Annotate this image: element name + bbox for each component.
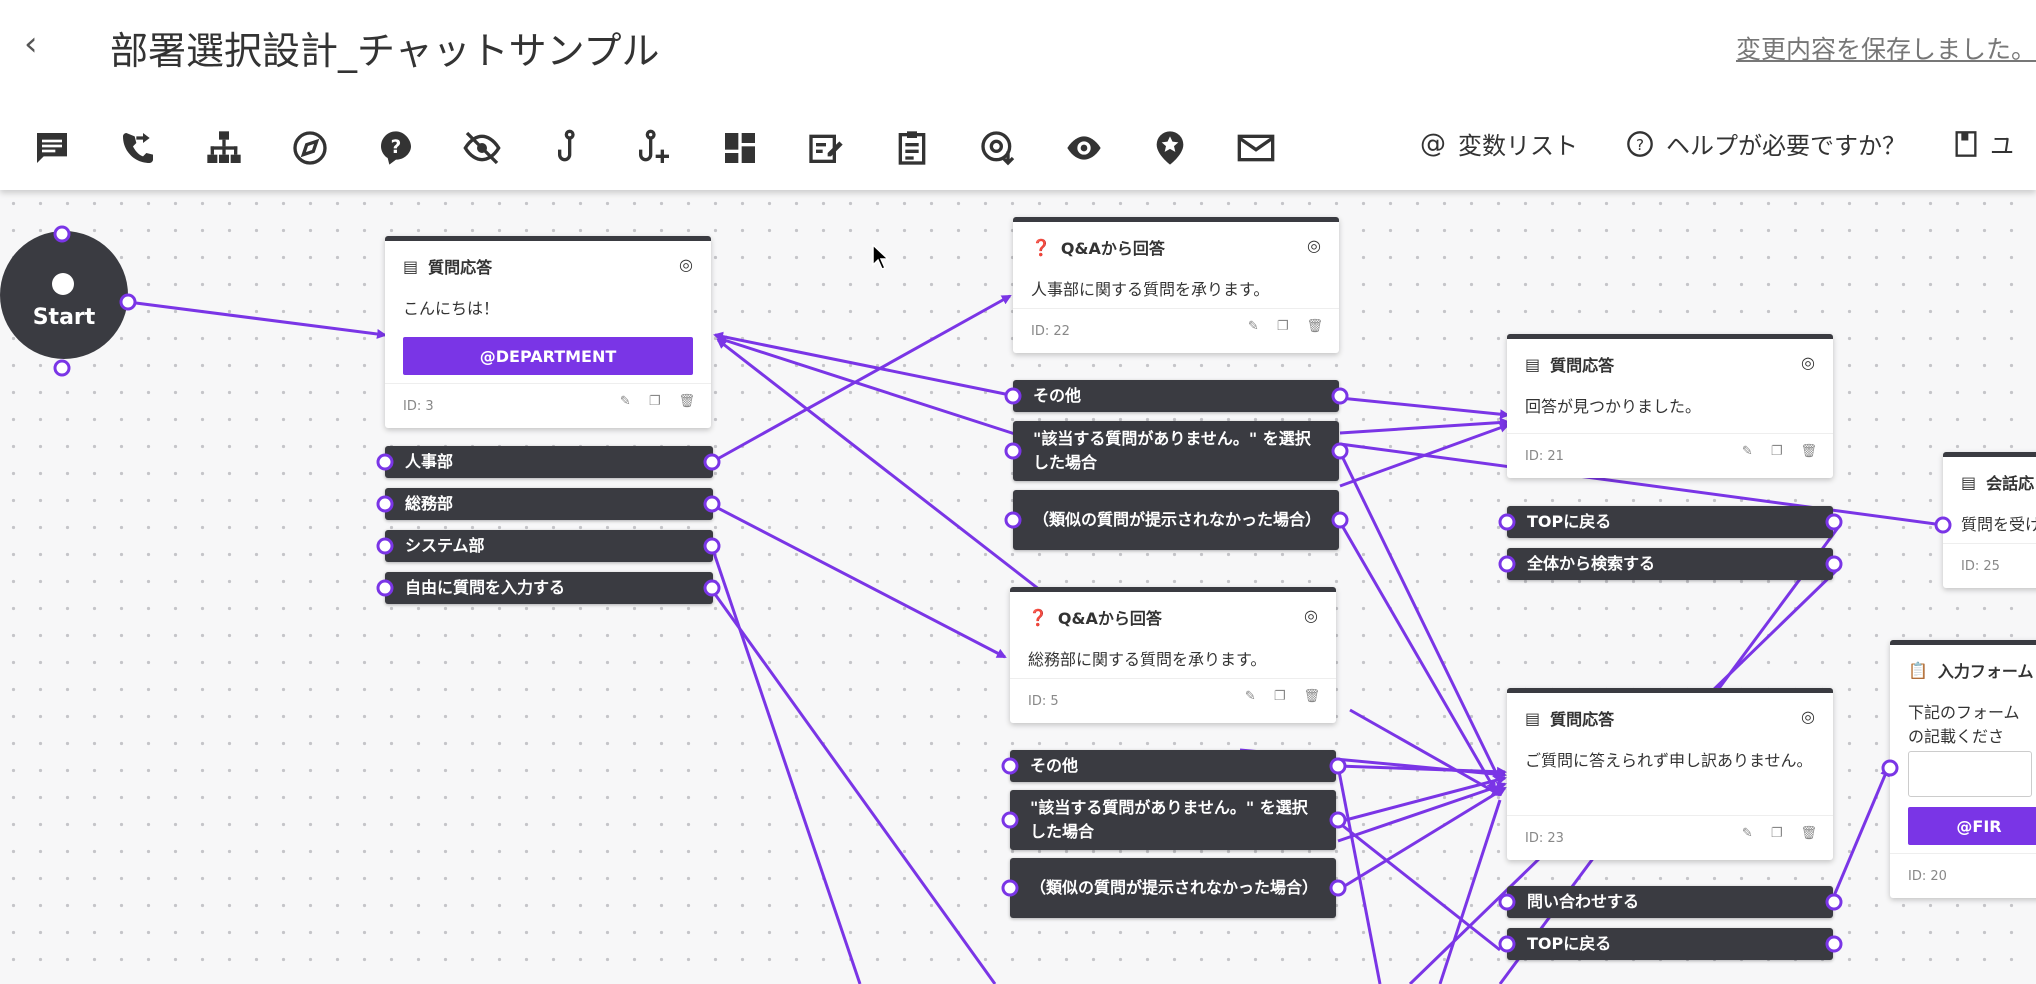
form-button[interactable]: @FIR (1908, 807, 2036, 845)
copy-icon[interactable]: ❐ (1274, 689, 1286, 704)
department-button[interactable]: @DEPARTMENT (403, 337, 693, 375)
option-somu[interactable]: 総務部 (385, 488, 713, 520)
hook-icon[interactable] (546, 126, 590, 170)
start-node[interactable]: Start (0, 231, 128, 359)
form-input[interactable] (1908, 751, 2032, 797)
faq-node-22[interactable]: ❓ Q&Aから回答 ◎ 人事部に関する質問を承ります。 ID: 22 ✎ ❐ 🗑 (1013, 217, 1339, 353)
node-toolbar: ? (30, 118, 1278, 178)
eye-icon[interactable]: ◎ (679, 255, 693, 274)
message-icon: ▤ (1961, 472, 1977, 492)
qa-node-23[interactable]: ▤ 質問応答 ◎ ご質問に答えられず申し訳ありません。 ID: 23 ✎ ❐ 🗑 (1507, 688, 1833, 860)
hierarchy-icon[interactable] (202, 126, 246, 170)
svg-text:?: ? (391, 137, 402, 158)
copy-icon[interactable]: ❐ (1277, 319, 1289, 334)
at-icon: @ (1420, 128, 1446, 159)
mail-icon[interactable] (1234, 126, 1278, 170)
node-message: 回答が見つかりました。 (1525, 397, 1702, 416)
call-forward-icon[interactable] (116, 126, 160, 170)
eye-icon[interactable]: ◎ (1801, 707, 1815, 726)
user-link[interactable]: ユ (1954, 126, 2014, 161)
clipboard-icon[interactable] (890, 126, 934, 170)
help-icon: ❓ (1031, 237, 1051, 257)
faq-node-5[interactable]: ❓ Q&Aから回答 ◎ 総務部に関する質問を承ります。 ID: 5 ✎ ❐ 🗑 (1010, 587, 1336, 723)
option-search-all[interactable]: 全体から検索する (1507, 548, 1833, 580)
help-link[interactable]: ? ヘルプが必要ですか？ (1626, 126, 1906, 161)
message-icon: ▤ (1525, 354, 1541, 374)
conversation-node-25[interactable]: ▤ 会話応 質問を受け ID: 25 (1943, 452, 2036, 588)
app-header: ‹ 部署選択設計_チャットサンプル 変更内容を保存しました。 ? @ 変数リスト … (0, 0, 2036, 190)
delete-icon[interactable]: 🗑 (1800, 444, 1817, 459)
delete-icon[interactable]: 🗑 (1306, 319, 1323, 334)
copy-icon[interactable]: ❐ (1771, 826, 1783, 841)
eye-off-icon[interactable] (460, 126, 504, 170)
eye-icon[interactable]: ◎ (1307, 236, 1321, 255)
delete-icon[interactable]: 🗑 (1303, 689, 1320, 704)
clipboard-icon: 📋 (1908, 660, 1928, 680)
message-icon[interactable] (30, 126, 74, 170)
node-message: ご質問に答えられず申し訳ありません。 (1525, 751, 1813, 770)
option-back-top[interactable]: TOPに戻る (1507, 928, 1833, 960)
message-icon: ▤ (403, 256, 419, 276)
play-icon (52, 273, 74, 295)
dashboard-icon[interactable] (718, 126, 762, 170)
option-no-similar[interactable]: （類似の質問が提示されなかった場合） (1013, 490, 1339, 550)
option-contact[interactable]: 問い合わせする (1507, 886, 1833, 918)
eye-icon[interactable]: ◎ (1304, 606, 1318, 625)
option-system[interactable]: システム部 (385, 530, 713, 562)
qa-node-21[interactable]: ▤ 質問応答 ◎ 回答が見つかりました。 ID: 21 ✎ ❐ 🗑 (1507, 334, 1833, 478)
option-back-top[interactable]: TOPに戻る (1507, 506, 1833, 538)
node-message: 人事部に関する質問を承ります。 (1031, 280, 1270, 299)
message-icon: ▤ (1525, 708, 1541, 728)
copy-icon[interactable]: ❐ (1771, 444, 1783, 459)
delete-icon[interactable]: 🗑 (678, 394, 695, 409)
node-message: 下記のフォームの記載ください。 (1908, 703, 2020, 746)
option-jinji[interactable]: 人事部 (385, 446, 713, 478)
option-no-match[interactable]: "該当する質問がありません。" を選択した場合 (1013, 421, 1339, 481)
at-download-icon[interactable] (976, 126, 1020, 170)
star-pin-icon[interactable] (1148, 126, 1192, 170)
delete-icon[interactable]: 🗑 (1800, 826, 1817, 841)
node-message: 総務部に関する質問を承ります。 (1028, 650, 1267, 669)
edit-icon[interactable]: ✎ (1248, 319, 1259, 334)
document-icon (1955, 130, 1977, 157)
question-circle-icon: ? (1627, 130, 1653, 157)
input-form-node-20[interactable]: 📋入力フォーム 下記のフォームの記載ください。 @FIR ID: 20 (1890, 640, 2036, 898)
mouse-cursor-icon (872, 244, 890, 270)
eye-icon[interactable]: ◎ (1801, 353, 1815, 372)
option-other[interactable]: その他 (1010, 750, 1336, 782)
option-other[interactable]: その他 (1013, 380, 1339, 412)
option-no-match[interactable]: "該当する質問がありません。" を選択した場合 (1010, 790, 1336, 850)
copy-icon[interactable]: ❐ (649, 394, 661, 409)
page-title: 部署選択設計_チャットサンプル (110, 29, 660, 73)
option-free-input[interactable]: 自由に質問を入力する (385, 572, 713, 604)
edit-note-icon[interactable] (804, 126, 848, 170)
edit-icon[interactable]: ✎ (1245, 689, 1256, 704)
node-message: 質問を受け (1961, 515, 2036, 534)
edit-icon[interactable]: ✎ (1742, 444, 1753, 459)
flow-canvas[interactable]: Start ▤ 質問応答 ◎ こんにちは！ @DEPARTMENT ID: 3 ✎ ❐ 🗑… (0, 190, 2036, 984)
edit-icon[interactable]: ✎ (620, 394, 631, 409)
back-button[interactable]: ‹ (24, 26, 38, 62)
eye-icon[interactable] (1062, 126, 1106, 170)
edit-icon[interactable]: ✎ (1742, 826, 1753, 841)
svg-text:?: ? (1636, 135, 1644, 153)
variables-link[interactable]: @ 変数リスト (1420, 126, 1578, 161)
header-nav: @ 変数リスト ? ヘルプが必要ですか？ ユ (1420, 126, 2014, 161)
save-status[interactable]: 変更内容を保存しました。 (1736, 30, 2036, 66)
help-icon: ❓ (1028, 607, 1048, 627)
hook-plus-icon[interactable] (632, 126, 676, 170)
node-message: こんにちは！ (403, 299, 500, 318)
option-no-similar[interactable]: （類似の質問が提示されなかった場合） (1010, 858, 1336, 918)
compass-icon[interactable] (288, 126, 332, 170)
help-icon[interactable]: ? (374, 126, 418, 170)
qa-node-3[interactable]: ▤ 質問応答 ◎ こんにちは！ @DEPARTMENT ID: 3 ✎ ❐ 🗑 (385, 236, 711, 428)
